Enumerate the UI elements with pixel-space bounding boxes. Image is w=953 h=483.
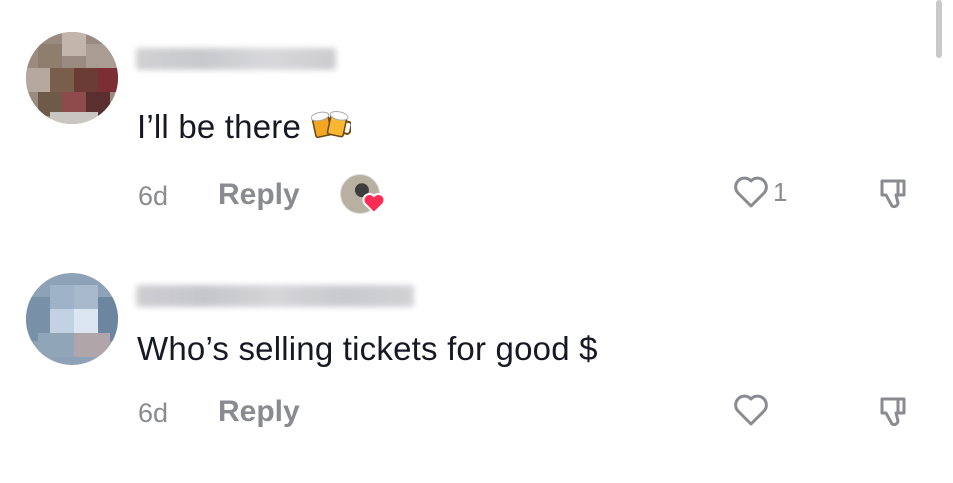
comment-text: Who’s selling tickets for good $ — [137, 330, 598, 368]
heart-filled-icon — [362, 193, 386, 214]
like-button[interactable]: 1 — [733, 175, 787, 209]
comment-text-content: I’ll be there — [137, 108, 302, 145]
liked-by-creator-badge — [340, 174, 386, 218]
like-count: 1 — [773, 176, 788, 207]
comment-text-content: Who’s selling tickets for good $ — [137, 330, 598, 367]
thumbs-down-icon — [880, 397, 906, 427]
beer-mugs-icon — [310, 106, 353, 150]
heart-outline-icon — [734, 176, 768, 208]
reply-button[interactable]: Reply — [218, 395, 300, 429]
comment-item: Who’s selling tickets for good $ 6d Repl… — [0, 225, 953, 455]
heart-outline-icon — [734, 394, 768, 426]
dislike-button[interactable] — [876, 175, 912, 218]
avatar[interactable] — [26, 273, 118, 365]
reply-button[interactable]: Reply — [218, 178, 300, 212]
username-blurred[interactable] — [136, 48, 336, 70]
avatar[interactable] — [26, 32, 118, 124]
username-blurred[interactable] — [136, 285, 414, 307]
comment-text: I’ll be there — [137, 106, 353, 150]
thumbs-down-icon — [880, 179, 906, 209]
comment-age: 6d — [138, 181, 169, 211]
comment-age: 6d — [138, 398, 169, 428]
dislike-button[interactable] — [876, 393, 912, 436]
like-button[interactable] — [733, 393, 769, 427]
comment-item: I’ll be there 6d Reply 1 — [0, 0, 953, 230]
